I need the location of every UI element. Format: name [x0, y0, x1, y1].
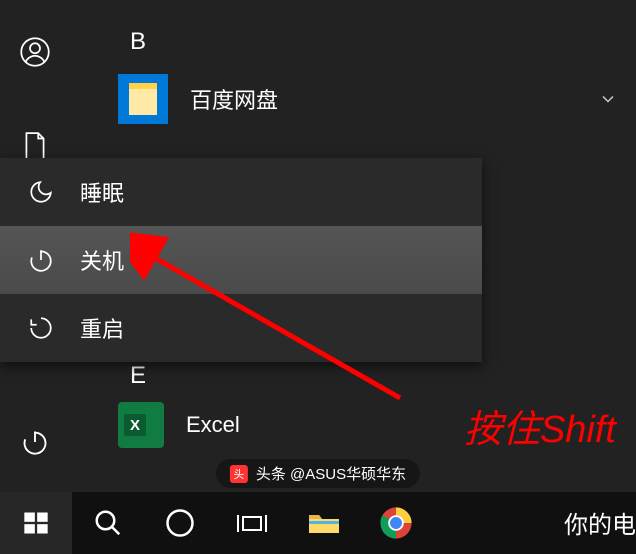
- document-icon: [22, 131, 48, 161]
- taskbar: 你的电: [0, 492, 636, 554]
- power-icon: [21, 428, 49, 456]
- chrome-icon: [379, 506, 413, 540]
- chrome-button[interactable]: [360, 492, 432, 554]
- power-menu-shutdown[interactable]: 关机: [0, 226, 482, 294]
- app-label: Excel: [186, 412, 240, 438]
- annotation-text: 按住Shift: [464, 398, 616, 453]
- user-account-button[interactable]: [0, 22, 70, 82]
- power-context-menu: 睡眠 关机 重启: [0, 158, 482, 362]
- cortana-icon: [165, 508, 195, 538]
- truncated-label: 你的电: [564, 505, 636, 540]
- power-button[interactable]: [0, 412, 70, 472]
- excel-icon: [118, 402, 164, 448]
- user-icon: [20, 37, 50, 67]
- folder-icon: [129, 83, 157, 115]
- windows-icon: [22, 509, 50, 537]
- search-button[interactable]: [72, 492, 144, 554]
- power-menu-label: 重启: [80, 312, 124, 344]
- search-icon: [93, 508, 123, 538]
- section-header-b[interactable]: B: [70, 18, 636, 66]
- power-icon: [28, 247, 72, 273]
- toutiao-logo-icon: 头: [230, 465, 248, 483]
- task-view-icon: [236, 509, 268, 537]
- app-label: 百度网盘: [190, 83, 278, 115]
- chevron-down-icon: [598, 89, 618, 109]
- power-menu-label: 关机: [80, 244, 124, 276]
- power-menu-sleep[interactable]: 睡眠: [0, 158, 482, 226]
- folder-icon: [307, 509, 341, 537]
- baidu-tile: [118, 74, 168, 124]
- task-view-button[interactable]: [216, 492, 288, 554]
- power-menu-restart[interactable]: 重启: [0, 294, 482, 362]
- power-menu-label: 睡眠: [80, 176, 124, 208]
- watermark: 头 头条 @ASUS华硕华东: [216, 459, 420, 488]
- cortana-button[interactable]: [144, 492, 216, 554]
- moon-icon: [28, 179, 72, 205]
- restart-icon: [28, 315, 72, 341]
- app-item-baidu[interactable]: 百度网盘: [70, 66, 636, 132]
- file-explorer-button[interactable]: [288, 492, 360, 554]
- start-button[interactable]: [0, 492, 72, 554]
- watermark-text: 头条 @ASUS华硕华东: [256, 463, 406, 484]
